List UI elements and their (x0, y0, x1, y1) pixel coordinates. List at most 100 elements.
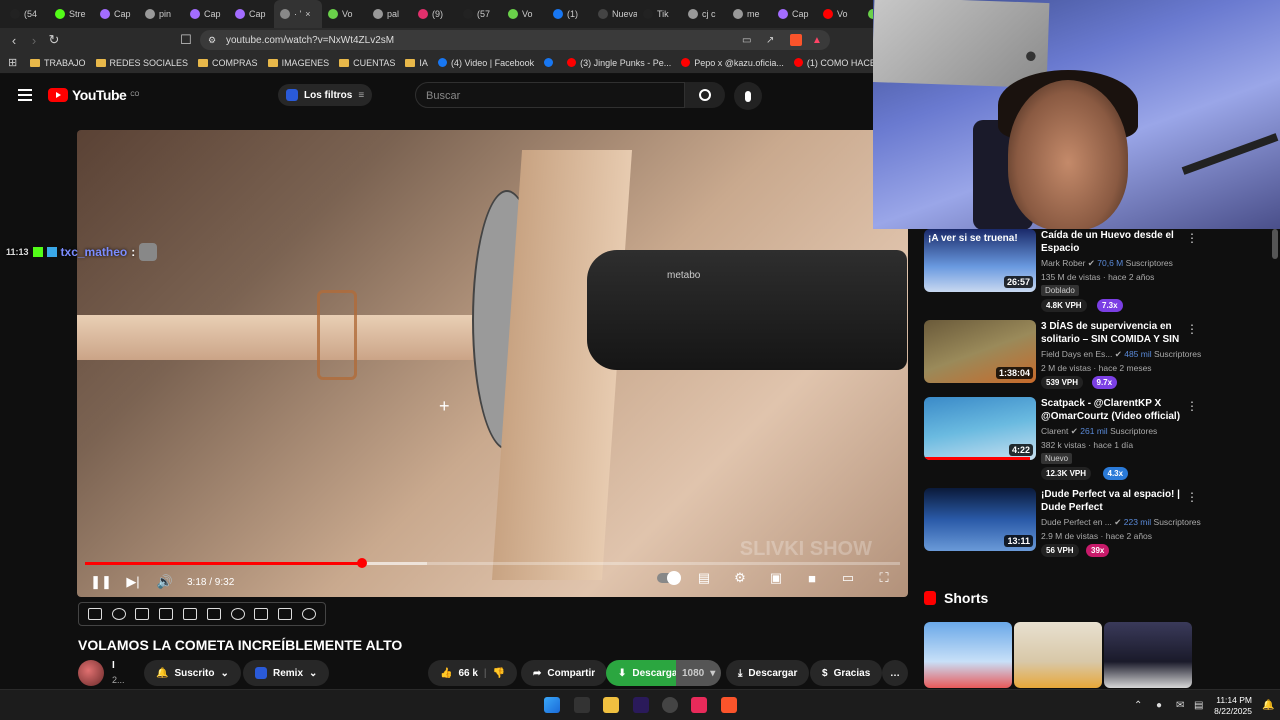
bookmark-item[interactable]: (3) Jingle Punks - Pe... (567, 58, 671, 68)
subtitles-icon[interactable]: ▤ (688, 570, 720, 586)
video-channel[interactable]: Clarent ✔ 261 mil Suscriptores (1041, 426, 1157, 437)
recommended-video[interactable]: 1:38:04 3 DÍAS de supervivencia en solita… (924, 320, 1201, 392)
loop-icon[interactable] (87, 608, 102, 620)
progress-scrubber[interactable] (357, 558, 368, 568)
recommended-video[interactable]: 13:11 ¡Dude Perfect va al espacio! | Dude… (924, 488, 1201, 560)
voice-search-button[interactable] (734, 82, 762, 110)
file-explorer-icon[interactable] (603, 697, 619, 713)
short-thumbnail[interactable] (1104, 622, 1192, 688)
windows-start-icon[interactable] (544, 697, 560, 713)
bookmark-item[interactable]: CUENTAS (339, 58, 395, 68)
back-icon[interactable]: ‹ (4, 33, 24, 48)
browser-tab[interactable]: Tik (637, 0, 682, 28)
browser-tab[interactable]: Stre (49, 0, 94, 28)
recommended-video[interactable]: ¡A ver si se truena! 26:57 Caída de un Hue… (924, 229, 1198, 312)
next-icon[interactable]: ▶| (117, 574, 149, 590)
bookmark-item[interactable]: IA (405, 58, 428, 68)
scrollbar[interactable] (1272, 229, 1278, 689)
video-title[interactable]: 3 DÍAS de supervivencia en solitario – S… (1041, 320, 1183, 346)
bookmark-item[interactable]: TRABAJO (30, 58, 86, 68)
cast-icon[interactable]: ▭ (742, 35, 751, 46)
share-button[interactable]: ➦ Compartir (521, 660, 608, 686)
download-button[interactable]: ⤓ Descargar (726, 660, 810, 686)
obs-icon[interactable] (662, 697, 678, 713)
video-title[interactable]: ¡Dude Perfect va al espacio! | Dude Perf… (1041, 488, 1183, 514)
site-info-icon[interactable]: ⚙ (208, 35, 216, 46)
browser-tab[interactable]: cj c (682, 0, 727, 28)
video-thumbnail[interactable]: 1:38:04 (924, 320, 1036, 383)
film-icon[interactable] (159, 608, 174, 620)
cinema-mode-icon[interactable]: ▭ (832, 570, 864, 586)
tray-chevron-icon[interactable]: ⌃ (1134, 700, 1142, 711)
channel-name[interactable]: I (112, 660, 115, 671)
bookmark-item[interactable]: Pepo x @kazu.oficia... (681, 58, 784, 68)
video-player[interactable]: metabo SLIVKI SHOW + ❚❚ ▶| 🔊 3:18 / 9:32… (77, 130, 908, 597)
bookmark-item[interactable]: IMAGENES (267, 58, 329, 68)
thanks-button[interactable]: $ Gracias (810, 660, 883, 686)
video-channel[interactable]: Mark Rober ✔ 70,6 M Suscriptores (1041, 258, 1173, 269)
video-thumbnail[interactable]: 13:11 (924, 488, 1036, 551)
browser-tab[interactable]: Cap (229, 0, 274, 28)
video-thumbnail[interactable]: ¡A ver si se truena! 26:57 (924, 229, 1036, 292)
share-icon[interactable]: ↗ (766, 35, 774, 46)
browser-tab[interactable]: Vo (817, 0, 862, 28)
tray-network-icon[interactable]: ▤ (1194, 700, 1203, 711)
autoplay-toggle[interactable] (652, 570, 684, 586)
screenshot-icon[interactable] (278, 608, 293, 620)
pause-icon[interactable]: ❚❚ (85, 574, 117, 590)
add-icon[interactable] (254, 608, 269, 620)
browser-tab[interactable]: (1) (547, 0, 592, 28)
system-clock[interactable]: 11:14 PM 8/22/2025 (1214, 695, 1252, 717)
tray-mail-icon[interactable]: ✉ (1176, 700, 1184, 711)
browser-tab[interactable]: Cap (772, 0, 817, 28)
theater-mode-icon[interactable]: ■ (796, 570, 828, 586)
notification-bell-icon[interactable]: 🔔 (1262, 700, 1274, 711)
video-title[interactable]: Caída de un Huevo desde el Espacio (1041, 229, 1183, 255)
video-channel[interactable]: Dude Perfect en ... ✔ 223 mil Suscriptor… (1041, 517, 1201, 528)
bookmark-item[interactable] (544, 58, 557, 67)
browser-tab[interactable]: me (727, 0, 772, 28)
url-field[interactable]: ⚙ youtube.com/watch?v=NxWt4ZLv2sM (200, 30, 830, 50)
browser-tab[interactable]: Vo (322, 0, 367, 28)
browser-tab[interactable]: (57 (457, 0, 502, 28)
browser-tab[interactable]: Cap (184, 0, 229, 28)
brave-rewards-icon[interactable]: ▲ (812, 35, 822, 46)
filmstrip-icon[interactable] (206, 608, 221, 620)
more-vert-icon[interactable]: ⋮ (1186, 399, 1198, 413)
browser-tab[interactable]: (54 (4, 0, 49, 28)
scrollbar-thumb[interactable] (1272, 229, 1278, 259)
search-button[interactable] (685, 82, 725, 108)
settings-gear-icon[interactable]: ⚙ (724, 570, 756, 586)
apps-grid-icon[interactable]: ⊞ (8, 56, 17, 69)
tiktok-icon[interactable] (691, 697, 707, 713)
thumbs-down-icon[interactable]: 👎 (493, 668, 505, 679)
browser-tab[interactable]: pin (139, 0, 184, 28)
search-input[interactable]: Buscar (415, 82, 685, 108)
channel-avatar[interactable] (78, 660, 104, 686)
browser-tab[interactable]: Nueva (592, 0, 637, 28)
volume-icon[interactable]: 🔊 (149, 574, 181, 590)
more-actions-button[interactable]: … (882, 660, 908, 686)
gear-icon[interactable] (302, 608, 317, 620)
subscribed-button[interactable]: 🔔 Suscrito ⌄ (144, 660, 241, 686)
playlist-icon[interactable] (135, 608, 150, 620)
miniplayer-icon[interactable]: ▣ (760, 570, 792, 586)
short-thumbnail[interactable] (924, 622, 1012, 688)
bookmark-item[interactable]: (4) Video | Facebook (437, 58, 534, 68)
remix-button[interactable]: Remix ⌄ (243, 660, 330, 686)
brave-shield-icon[interactable] (790, 34, 802, 46)
hamburger-menu-icon[interactable] (18, 89, 32, 101)
epic-games-icon[interactable] (574, 697, 590, 713)
premiere-pro-icon[interactable] (633, 697, 649, 713)
broadcast-icon[interactable] (111, 608, 126, 620)
youtube-logo[interactable]: YouTube CO (48, 87, 139, 103)
recommended-video[interactable]: 4:22 Scatpack - @ClarentKP X @OmarCourtz … (924, 397, 1198, 480)
video-title[interactable]: Scatpack - @ClarentKP X @OmarCourtz (Vid… (1041, 397, 1183, 423)
forward-icon[interactable]: › (24, 33, 44, 48)
filters-button[interactable]: Los filtros ≡ (278, 84, 373, 106)
browser-tab[interactable]: Vo (502, 0, 547, 28)
fullscreen-icon[interactable]: ⛶ (868, 570, 900, 586)
reload-icon[interactable]: ↻ (44, 32, 64, 48)
tray-mic-icon[interactable]: ● (1156, 700, 1162, 711)
speed-icon[interactable] (230, 608, 245, 620)
